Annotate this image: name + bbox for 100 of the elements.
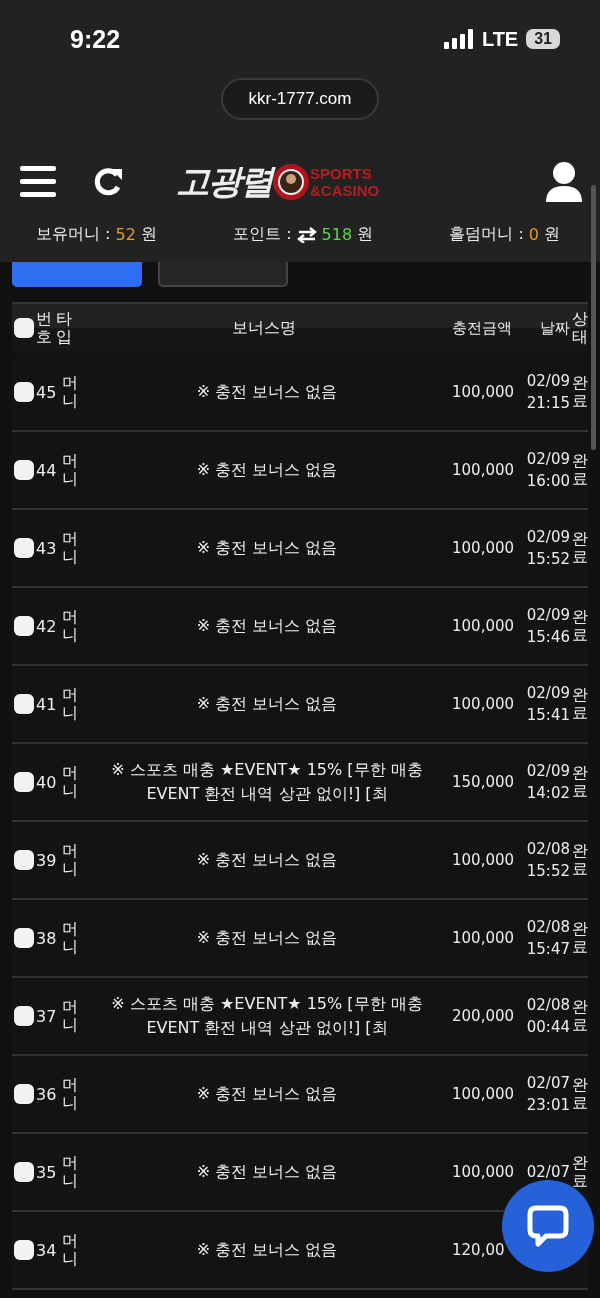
table-cell: 머니	[62, 1076, 78, 1112]
table-cell: 완료	[572, 842, 588, 878]
table-cell: 42	[36, 616, 58, 636]
table-cell-text: 100,000	[452, 539, 516, 557]
table-cell: 완료	[572, 530, 588, 566]
table-cell-text: 15:47	[526, 939, 570, 960]
url-field[interactable]: kkr-1777.com	[220, 78, 380, 120]
menu-icon[interactable]	[20, 166, 56, 198]
currency-unit: 원	[544, 224, 560, 245]
table-cell-text: 02/09	[526, 526, 570, 548]
table-cell: 37	[36, 1006, 58, 1026]
checkbox[interactable]	[14, 318, 34, 338]
column-header: 보너스명	[231, 317, 297, 339]
table-cell: 머니	[62, 608, 78, 644]
table-cell-text: 21:15	[526, 393, 570, 414]
table-cell: 45	[36, 382, 58, 402]
checkbox[interactable]	[14, 1162, 34, 1182]
network-label: LTE	[481, 27, 519, 51]
table-cell-text: ※ 스포츠 매충 ★EVENT★ 15% [무한 매충 EVENT 환전 내역 상관 없이!] [최	[110, 759, 424, 805]
table-cell-text: 02/09	[526, 604, 570, 626]
user-icon[interactable]	[546, 162, 582, 202]
table-cell-text: ※ 충전 보너스 없음	[195, 381, 339, 403]
column-header: 번호	[36, 310, 52, 346]
table-cell-text: 100,000	[452, 851, 516, 869]
table-cell: 완료	[572, 920, 588, 956]
logo-subtitle: &CASINO	[310, 182, 380, 199]
table-cell-text: 100,000	[452, 1085, 516, 1103]
checkbox[interactable]	[14, 1006, 34, 1026]
table-cell: 머니	[62, 920, 78, 956]
table-cell-text: ※ 충전 보너스 없음	[195, 459, 339, 481]
table-cell: 머니	[62, 452, 78, 488]
table-cell-text: 100,000	[452, 383, 516, 401]
battery-level: 31	[526, 29, 560, 49]
table-cell-text: 16:00	[526, 471, 570, 492]
table-cell-text: 02/09	[526, 682, 570, 704]
table-cell: 완료	[572, 452, 588, 488]
table-cell: 머니	[62, 1232, 78, 1268]
signal-icon	[443, 29, 474, 49]
table-cell: 40	[36, 772, 58, 792]
column-header: 타입	[56, 310, 72, 346]
table-cell: 44	[36, 460, 58, 480]
checkbox[interactable]	[14, 850, 34, 870]
checkbox[interactable]	[14, 772, 34, 792]
table-cell: 머니	[62, 686, 78, 722]
checkbox[interactable]	[14, 1240, 34, 1260]
table-cell-text: ※ 충전 보너스 없음	[195, 537, 339, 559]
table-cell-text: 02/07	[526, 1072, 570, 1094]
table-cell-text: 02/08	[526, 994, 570, 1016]
table-cell-text: 02/09	[526, 370, 570, 392]
checkbox[interactable]	[14, 460, 34, 480]
table-cell: 41	[36, 694, 58, 714]
checkbox[interactable]	[14, 616, 34, 636]
table-cell-text: ※ 충전 보너스 없음	[195, 1239, 339, 1261]
table-cell: 34	[36, 1240, 58, 1260]
table-cell-text: 100,000	[452, 695, 516, 713]
table-cell-text: 02/08	[526, 838, 570, 860]
table-cell-text: 00:44	[526, 1017, 570, 1038]
table-cell: 36	[36, 1084, 58, 1104]
checkbox[interactable]	[14, 382, 34, 402]
table-cell: 완료	[572, 998, 588, 1034]
currency-unit: 원	[357, 224, 374, 245]
table-cell-text: ※ 충전 보너스 없음	[195, 693, 339, 715]
table-cell-text: 23:01	[526, 1095, 570, 1116]
refresh-icon[interactable]	[92, 166, 124, 198]
table-cell-text: 15:52	[526, 549, 570, 570]
table-cell: 머니	[62, 1154, 78, 1190]
logo-subtitle: SPORTS	[310, 165, 373, 182]
table-cell: 완료	[572, 1076, 588, 1112]
clock-time: 9:22	[70, 24, 121, 54]
table-cell: 39	[36, 850, 58, 870]
checkbox[interactable]	[14, 928, 34, 948]
table-cell: 머니	[62, 842, 78, 878]
table-cell-text: 02/07	[526, 1161, 570, 1183]
table-cell-text: 02/09	[526, 448, 570, 470]
table-cell-text: 15:41	[526, 705, 570, 726]
table-cell-text: 02/09	[526, 760, 570, 782]
checkbox[interactable]	[14, 694, 34, 714]
balance-label: 홀덤머니 :	[449, 224, 524, 245]
chat-icon	[526, 1204, 570, 1248]
balance-value: 52	[115, 225, 136, 244]
column-header: 상태	[572, 310, 588, 346]
table-cell-text: ※ 충전 보너스 없음	[195, 1083, 339, 1105]
table-cell-text: 100,000	[452, 1163, 516, 1181]
table-cell: 35	[36, 1162, 58, 1182]
table-cell-text: 15:52	[526, 861, 570, 882]
table-cell-text: ※ 충전 보너스 없음	[195, 849, 339, 871]
swap-icon[interactable]	[296, 226, 317, 243]
balance-value: 0	[528, 225, 539, 244]
table-cell-text: ※ 충전 보너스 없음	[195, 615, 339, 637]
table-cell: 완료	[572, 1154, 588, 1190]
checkbox[interactable]	[14, 1084, 34, 1104]
checkbox[interactable]	[14, 538, 34, 558]
table-cell: 43	[36, 538, 58, 558]
table-cell: 완료	[572, 608, 588, 644]
table-cell: 38	[36, 928, 58, 948]
table-cell-text: ※ 스포츠 매충 ★EVENT★ 15% [무한 매충 EVENT 환전 내역 상관 없이!] [최	[110, 993, 424, 1039]
balance-value: 518	[321, 225, 353, 244]
column-header: 충전금액	[452, 318, 513, 338]
table-cell-text: ※ 충전 보너스 없음	[195, 927, 339, 949]
scrollbar[interactable]	[591, 185, 596, 450]
